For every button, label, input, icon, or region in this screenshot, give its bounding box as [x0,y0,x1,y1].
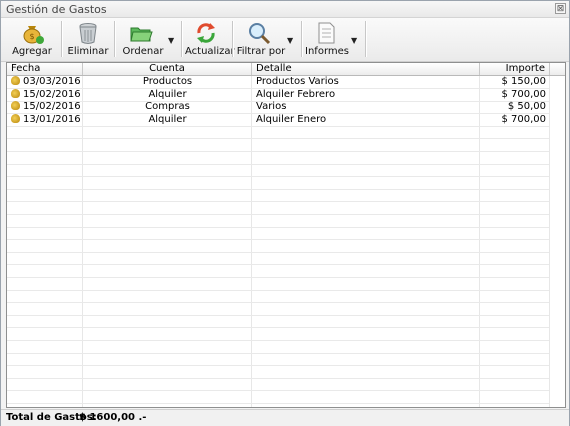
table-row[interactable] [7,177,549,190]
reports-dropdown-arrow[interactable]: ▼ [351,36,357,45]
cell-cuenta: Productos [83,76,252,88]
cell-importe: $ 50,00 [480,101,550,113]
money-bag-icon [11,88,20,98]
reports-button[interactable]: Informes ▼ [305,18,363,61]
detalle-text: Varios [256,101,287,113]
sort-button[interactable]: Ordenar ▼ [118,18,178,61]
money-bag-icon [11,101,20,111]
column-header-importe[interactable]: Importe [480,63,550,75]
table-row[interactable] [7,152,549,165]
table-row[interactable] [7,315,549,329]
trash-can-icon [79,23,97,44]
column-header-fecha[interactable]: Fecha [7,63,83,75]
total-value: $ 1600,00 .- [79,412,147,423]
reports-label: Informes [305,46,349,57]
expenses-table[interactable]: Fecha Cuenta Detalle Importe 03/03/2016 P… [6,62,566,408]
title-bar: Gestión de Gastos ⊠ [1,1,569,18]
cell-detalle: Alquiler Febrero [252,89,480,101]
add-button[interactable]: $ Agregar [5,18,59,61]
money-bag-icon [11,76,20,85]
add-label: Agregar [12,46,52,57]
document-icon [318,22,335,44]
table-row[interactable] [7,164,549,178]
magnifier-icon [249,23,271,45]
cell-cuenta: Alquiler [83,89,252,101]
refresh-icon [197,23,215,43]
detalle-text: Alquiler Febrero [256,88,336,100]
cell-fecha: 03/03/2016 [7,76,83,88]
fecha-text: 15/02/2016 [23,101,81,113]
detalle-text: Alquiler Enero [256,113,327,125]
table-row[interactable] [7,265,549,278]
cuenta-text: Alquiler [148,113,187,125]
table-row[interactable] [7,378,549,392]
fecha-text: 15/02/2016 [23,88,81,100]
fecha-text: 03/03/2016 [23,76,81,87]
fecha-text: 13/01/2016 [23,113,81,125]
expense-window: Gestión de Gastos ⊠ $ Agregar Eliminar O… [0,0,570,426]
cuenta-text: Compras [145,101,190,113]
table-row[interactable] [7,328,549,341]
cell-cuenta: Alquiler [83,114,252,126]
svg-text:$: $ [29,32,34,41]
importe-text: $ 50,00 [507,101,546,113]
detalle-text: Productos Varios [256,76,339,87]
table-row[interactable] [7,391,549,404]
table-row[interactable]: 03/03/2016 Productos Productos Varios $ 150… [7,76,549,89]
filter-label: Filtrar por [236,46,286,57]
refresh-button[interactable]: Actualizar [185,18,235,61]
table-row[interactable] [7,126,549,140]
money-bag-icon [11,113,20,123]
delete-button[interactable]: Eliminar [65,18,111,61]
column-header-cuenta[interactable]: Cuenta [83,63,252,75]
refresh-label: Actualizar [185,46,235,57]
table-row[interactable] [7,240,549,253]
cuenta-text: Productos [142,76,193,87]
sort-label: Ordenar [122,46,164,57]
importe-text: $ 150,00 [501,76,546,87]
importe-text: $ 700,00 [501,88,546,100]
table-row[interactable]: 15/02/2016 Alquiler Alquiler Febrero $ 700,… [7,88,550,102]
table-row[interactable] [7,139,549,152]
cell-detalle: Varios [252,101,480,113]
table-row[interactable] [7,303,549,316]
status-bar: Total de Gastos: $ 1600,00 .- [1,409,569,426]
table-row[interactable] [7,353,549,367]
cell-fecha: 15/02/2016 [7,88,83,101]
sort-dropdown-arrow[interactable]: ▼ [168,36,174,45]
close-button[interactable]: ⊠ [555,3,566,14]
cell-fecha: 13/01/2016 [7,113,83,126]
column-header-detalle[interactable]: Detalle [252,63,480,75]
cell-importe: $ 700,00 [480,114,550,126]
cell-fecha: 15/02/2016 [7,101,83,113]
table-row[interactable] [7,252,549,266]
table-row[interactable] [7,341,549,354]
table-header: Fecha Cuenta Detalle Importe [7,63,565,76]
cell-importe: $ 150,00 [480,76,550,88]
table-row[interactable] [7,278,549,291]
toolbar: $ Agregar Eliminar Ordenar ▼ Actualizar … [1,18,569,62]
filter-button[interactable]: Filtrar por ▼ [236,18,298,61]
folder-icon [130,27,153,42]
delete-label: Eliminar [67,46,109,57]
cuenta-text: Alquiler [148,88,187,100]
money-bag-icon: $ [23,26,44,44]
importe-text: $ 700,00 [501,113,546,125]
table-row[interactable] [7,290,549,304]
cell-detalle: Productos Varios [252,76,480,88]
cell-detalle: Alquiler Enero [252,114,480,126]
table-row[interactable]: 15/02/2016 Compras Varios $ 50,00 [7,101,550,115]
window-title: Gestión de Gastos [6,3,107,16]
table-row[interactable] [7,202,549,215]
table-row[interactable] [7,215,549,228]
cell-cuenta: Compras [83,101,252,113]
cell-importe: $ 700,00 [480,89,550,101]
table-row[interactable]: 13/01/2016 Alquiler Alquiler Enero $ 700,00 [7,113,550,127]
table-row[interactable] [7,189,549,203]
table-row[interactable] [7,366,549,379]
table-row[interactable] [7,227,549,241]
filter-dropdown-arrow[interactable]: ▼ [287,36,293,45]
